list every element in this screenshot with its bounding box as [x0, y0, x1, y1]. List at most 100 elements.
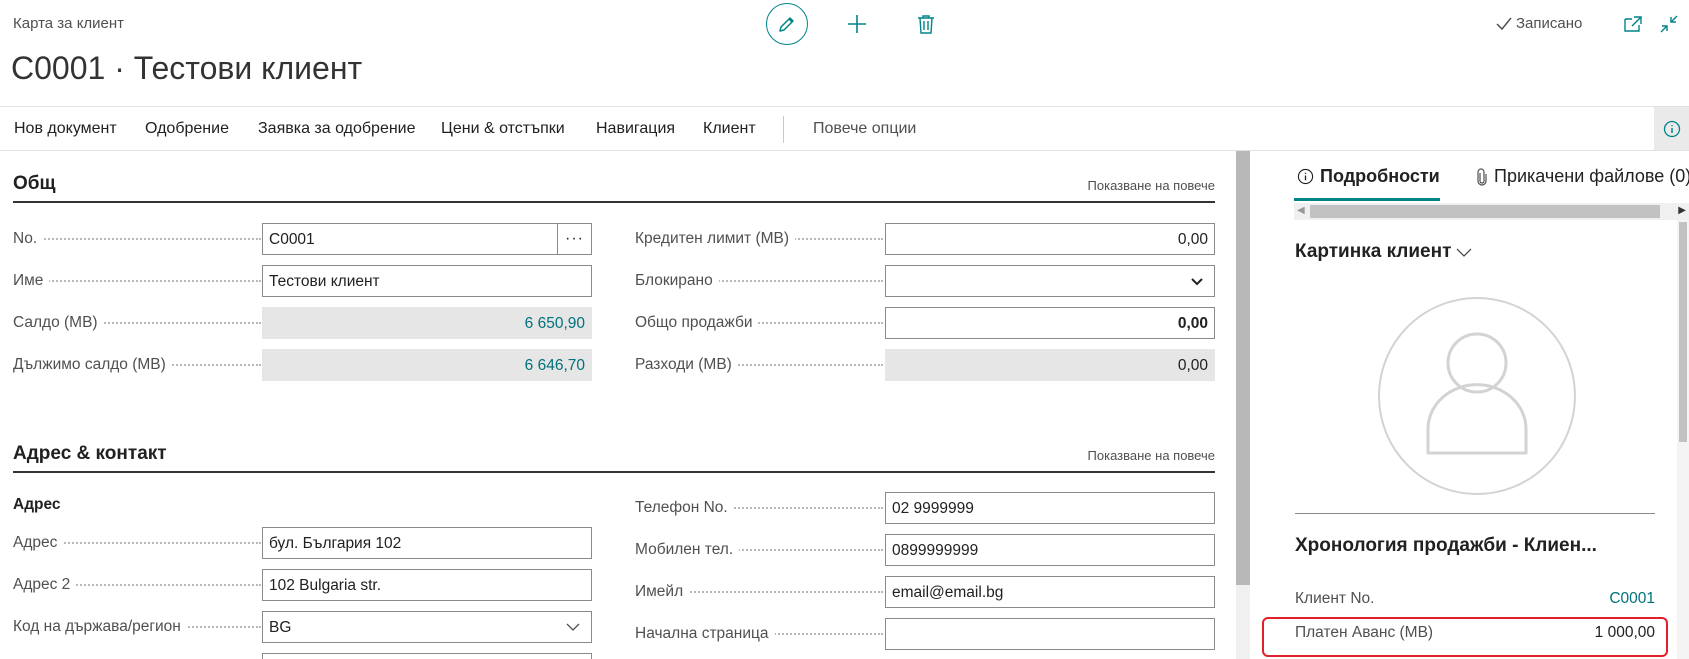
field-address2: Адрес 2 102 Bulgaria str. — [13, 569, 593, 601]
field-no: No. C0001 — [13, 223, 593, 255]
chevron-down-icon — [566, 623, 580, 631]
active-tab-indicator — [1294, 198, 1440, 201]
balance-due-value[interactable]: 6 646,70 — [262, 349, 592, 381]
field-mobile-label: Мобилен тел. — [635, 541, 740, 559]
section-address-header[interactable]: Адрес & контакт Показване на повече — [13, 421, 1215, 473]
tab-details[interactable]: Подробности — [1297, 166, 1440, 187]
action-prices-discounts[interactable]: Цени & отстъпки — [441, 120, 565, 138]
field-balance: Салдо (МВ) 6 650,90 — [13, 307, 593, 339]
factbox-horizontal-scrollbar[interactable]: ◀ ▶ — [1294, 203, 1689, 220]
address-input[interactable]: бул. България 102 — [262, 527, 592, 559]
field-email: Имейл email@email.bg — [635, 576, 1215, 608]
factbox-vertical-scrollbar[interactable] — [1677, 220, 1689, 659]
field-mobile: Мобилен тел. 0899999999 — [635, 534, 1215, 566]
phone-input[interactable]: 02 9999999 — [885, 492, 1215, 524]
blocked-select[interactable] — [885, 265, 1215, 297]
customer-picture[interactable] — [1378, 297, 1576, 495]
no-lookup-button[interactable]: ··· — [557, 223, 592, 255]
address2-input[interactable]: 102 Bulgaria str. — [262, 569, 592, 601]
balance-value[interactable]: 6 650,90 — [262, 307, 592, 339]
scroll-left-arrow-icon[interactable]: ◀ — [1297, 205, 1305, 216]
field-no-label: No. — [13, 230, 44, 248]
address-show-more-link[interactable]: Показване на повече — [1088, 448, 1215, 463]
field-blocked-label: Блокирано — [635, 272, 719, 290]
edit-icon — [779, 17, 794, 32]
customer-no-link[interactable]: C0001 — [1609, 590, 1655, 608]
costs-value: 0,00 — [885, 349, 1215, 381]
field-costs-label: Разходи (МВ) — [635, 356, 738, 374]
action-more-options[interactable]: Повече опции — [813, 120, 916, 138]
factbox-divider — [1295, 513, 1655, 514]
no-input[interactable]: C0001 — [262, 223, 564, 255]
field-country-label: Код на държава/регион — [13, 618, 187, 636]
main-scrollbar-thumb[interactable] — [1236, 151, 1250, 585]
action-new-document[interactable]: Нов документ — [14, 120, 117, 138]
delete-button[interactable] — [912, 10, 940, 38]
checkmark-icon — [1496, 17, 1512, 30]
field-balance-due-label: Дължимо салдо (МВ) — [13, 356, 172, 374]
main-content: Общ Показване на повече No. C0001 ··· Им… — [0, 151, 1236, 659]
field-credit-limit: Кредитен лимит (МВ) 0,00 — [635, 223, 1215, 255]
mobile-input[interactable]: 0899999999 — [885, 534, 1215, 566]
add-button[interactable] — [843, 10, 871, 38]
edit-button[interactable] — [766, 3, 808, 45]
tab-attachments[interactable]: Прикачени файлове (0) — [1476, 166, 1689, 187]
scroll-right-arrow-icon[interactable]: ▶ — [1678, 205, 1686, 216]
chevron-down-icon — [1191, 278, 1203, 286]
action-request-approval[interactable]: Заявка за одобрение — [258, 120, 416, 138]
field-homepage: Начална страница — [635, 618, 1215, 650]
factbox-toggle-button[interactable] — [1654, 107, 1689, 150]
field-balance-due: Дължимо салдо (МВ) 6 646,70 — [13, 349, 593, 381]
name-input[interactable]: Тестови клиент — [262, 265, 592, 297]
email-input[interactable]: email@email.bg — [885, 576, 1215, 608]
total-sales-value[interactable]: 0,00 — [885, 307, 1215, 339]
breadcrumb: Карта за клиент — [13, 15, 125, 32]
next-field-input[interactable] — [262, 653, 592, 659]
collapse-icon — [1660, 15, 1678, 33]
customer-no-row: Клиент No. C0001 — [1295, 586, 1655, 614]
action-approval[interactable]: Одобрение — [145, 120, 229, 138]
field-address-label: Адрес — [13, 534, 64, 552]
field-credit-limit-label: Кредитен лимит (МВ) — [635, 230, 796, 248]
action-bar: Нов документ Одобрение Заявка за одобрен… — [0, 106, 1689, 151]
action-customer[interactable]: Клиент — [703, 120, 756, 138]
field-name: Име Тестови клиент — [13, 265, 593, 297]
collapse-button[interactable] — [1658, 13, 1680, 35]
sales-history-heading[interactable]: Хронология продажби - Клиен... — [1295, 535, 1597, 557]
popout-button[interactable] — [1622, 13, 1644, 35]
field-costs: Разходи (МВ) 0,00 — [635, 349, 1215, 381]
main-scrollbar[interactable] — [1236, 151, 1250, 659]
field-phone-label: Телефон No. — [635, 499, 734, 517]
save-status: Записано — [1496, 15, 1582, 32]
customer-picture-title: Картинка клиент — [1295, 241, 1452, 262]
field-phone: Телефон No. 02 9999999 — [635, 492, 1215, 524]
field-total-sales: Общо продажби 0,00 — [635, 307, 1215, 339]
save-status-text: Записано — [1516, 15, 1583, 32]
customer-picture-heading[interactable]: Картинка клиент — [1295, 241, 1473, 263]
field-address: Адрес бул. България 102 — [13, 527, 593, 559]
section-general-header[interactable]: Общ Показване на повече — [13, 151, 1215, 203]
factbox-pane: Подробности Прикачени файлове (0) ◀ ▶ Ка… — [1250, 151, 1689, 659]
credit-limit-input[interactable]: 0,00 — [885, 223, 1215, 255]
general-show-more-link[interactable]: Показване на повече — [1088, 178, 1215, 193]
factbox-hscroll-thumb[interactable] — [1310, 205, 1660, 218]
field-next-partial — [13, 653, 593, 659]
address-subheading: Адрес — [13, 496, 61, 513]
section-general-title: Общ — [13, 173, 56, 194]
factbox-tabs: Подробности Прикачени файлове (0) — [1250, 151, 1689, 201]
action-navigation[interactable]: Навигация — [596, 120, 675, 138]
info-icon — [1663, 120, 1680, 137]
person-icon — [1426, 332, 1528, 455]
action-separator — [783, 116, 784, 143]
delete-icon — [918, 15, 934, 34]
field-blocked: Блокирано — [635, 265, 1215, 297]
chevron-down-icon — [1456, 248, 1472, 257]
customer-no-label: Клиент No. — [1295, 590, 1375, 607]
country-select[interactable]: BG — [262, 611, 592, 643]
page-title: C0001 · Тестови клиент — [11, 50, 363, 86]
popout-icon — [1624, 16, 1642, 32]
homepage-input[interactable] — [885, 618, 1215, 650]
paperclip-icon — [1477, 167, 1487, 186]
field-email-label: Имейл — [635, 583, 690, 601]
factbox-vscroll-thumb[interactable] — [1679, 222, 1687, 442]
